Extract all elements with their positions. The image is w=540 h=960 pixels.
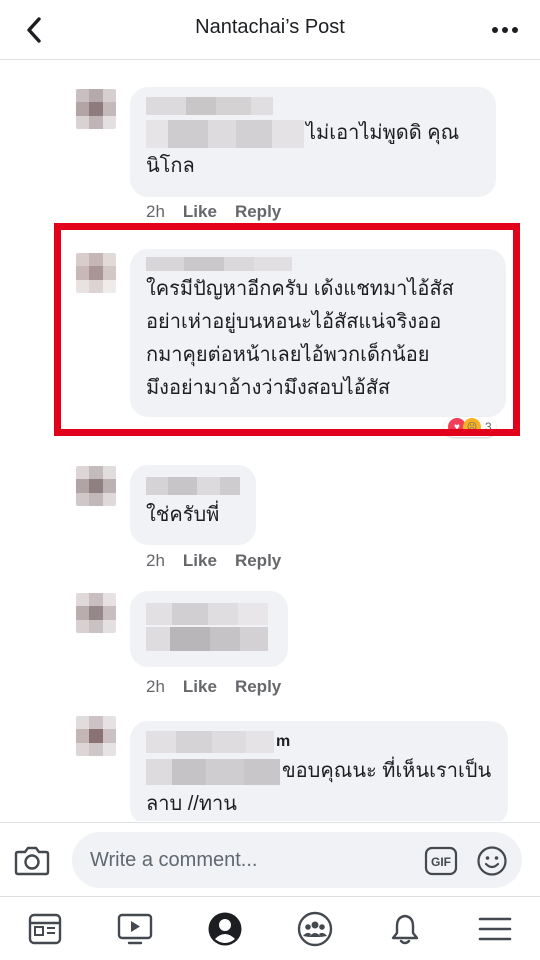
comment-text: ขอบคุณนะ ที่เห็นเราเป็น <box>282 760 492 782</box>
reply-button[interactable]: Reply <box>235 202 281 222</box>
profile-icon[interactable] <box>198 902 252 956</box>
comment-bubble[interactable]: ใช่ครับพี่ <box>130 465 256 545</box>
watch-icon[interactable] <box>108 902 162 956</box>
avatar[interactable] <box>76 89 116 129</box>
comment-time: 2h <box>146 551 165 570</box>
blurred-author-name <box>146 731 274 753</box>
like-button[interactable]: Like <box>183 551 217 571</box>
comment-bubble[interactable]: ไม่เอาไม่พูดดิ คุณ นิโกล <box>130 87 496 197</box>
comment-bubble[interactable] <box>130 591 288 667</box>
blurred-text <box>146 627 272 651</box>
comment-text: ใช่ครับพี่ <box>146 504 220 526</box>
comment-text: ไม่เอาไม่พูดดิ คุณ <box>306 122 460 144</box>
bottom-nav <box>0 896 540 960</box>
blurred-text <box>146 758 280 785</box>
comment-time: 2h <box>146 677 165 696</box>
author-name-suffix: m <box>276 733 291 750</box>
page-title: Nantachai’s Post <box>195 16 345 38</box>
blurred-text <box>146 119 304 148</box>
comment-bubble[interactable]: m ขอบคุณนะ ที่เห็นเราเป็น ลาบ //ทาน <box>130 721 508 821</box>
avatar[interactable] <box>76 466 116 506</box>
more-horizontal-icon[interactable] <box>490 16 520 44</box>
svg-text:GIF: GIF <box>431 855 451 869</box>
comment-composer: Write a comment... GIF <box>0 822 540 896</box>
comment-text-line2: ลาบ //ทาน <box>146 793 237 815</box>
gif-icon[interactable]: GIF <box>424 846 458 876</box>
reply-button[interactable]: Reply <box>235 551 281 571</box>
comment-text-line2: นิโกล <box>146 155 195 177</box>
comment-meta: 2h Like Reply <box>146 202 281 222</box>
reply-button[interactable]: Reply <box>235 677 281 697</box>
comment-time: 2h <box>146 202 165 221</box>
comment-meta: 2h Like Reply <box>146 551 281 571</box>
avatar[interactable] <box>76 716 116 756</box>
comment-input-placeholder: Write a comment... <box>90 849 258 871</box>
like-button[interactable]: Like <box>183 677 217 697</box>
comment-meta: 2h Like Reply <box>146 677 281 697</box>
comments-feed[interactable]: ไม่เอาไม่พูดดิ คุณ นิโกล 2h Like Reply ใ… <box>0 61 540 821</box>
blurred-author-name <box>146 603 272 625</box>
like-button[interactable]: Like <box>183 202 217 222</box>
emoji-icon[interactable] <box>476 845 508 877</box>
groups-icon[interactable] <box>288 902 342 956</box>
camera-icon[interactable] <box>14 843 50 877</box>
blurred-author-name <box>146 97 480 115</box>
news-feed-icon[interactable] <box>18 902 72 956</box>
post-header: Nantachai’s Post <box>0 0 540 60</box>
menu-icon[interactable] <box>468 902 522 956</box>
notifications-icon[interactable] <box>378 902 432 956</box>
red-highlight-box <box>54 223 520 436</box>
avatar[interactable] <box>76 593 116 633</box>
blurred-author-name <box>146 477 240 495</box>
comment-input[interactable]: Write a comment... GIF <box>72 832 522 888</box>
